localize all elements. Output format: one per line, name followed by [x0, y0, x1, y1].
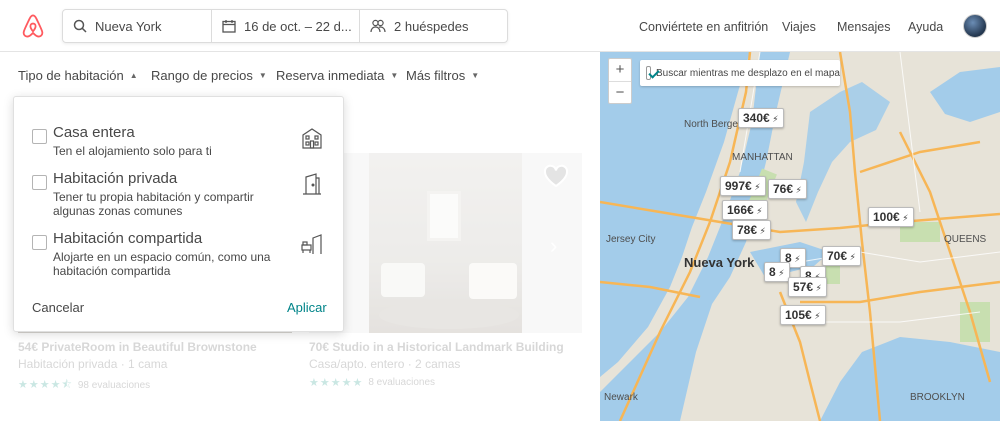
filter-more[interactable]: Más filtros ▼	[406, 68, 479, 83]
chevron-down-icon: ▼	[471, 71, 480, 80]
option-title: Casa entera	[53, 124, 135, 141]
calendar-icon	[222, 20, 236, 33]
checkbox-checked[interactable]	[646, 66, 652, 80]
price-marker[interactable]: 340€ ⚡	[738, 108, 784, 128]
dates-value: 16 de oct. – 22 d...	[244, 18, 352, 34]
option-description: Tener tu propia habitación y compartir a…	[53, 190, 254, 218]
nav-help[interactable]: Ayuda	[908, 20, 943, 34]
top-header: Nueva York 16 de oct. – 22 d... 2 huéspe…	[0, 0, 1000, 52]
nav-become-host[interactable]: Conviértete en anfitrión	[639, 20, 768, 34]
filter-label: Rango de precios	[151, 68, 253, 83]
filter-bar: Tipo de habitación ▲ Rango de precios ▼ …	[0, 52, 600, 96]
zoom-in-button[interactable]: +	[609, 59, 631, 81]
map-place-label: BROOKLYN	[910, 392, 965, 403]
instant-book-icon: ⚡	[847, 252, 856, 262]
map[interactable]: + − Buscar mientras me desplazo en el ma…	[600, 52, 1000, 421]
avatar[interactable]	[963, 14, 987, 38]
price-marker[interactable]: 70€ ⚡	[822, 246, 861, 266]
price-marker[interactable]: 57€ ⚡	[788, 277, 827, 297]
cancel-button[interactable]: Cancelar	[32, 300, 84, 315]
price-marker[interactable]: 76€ ⚡	[768, 179, 807, 199]
instant-book-icon: ⚡	[775, 268, 785, 278]
map-place-label: Nueva York	[684, 255, 755, 270]
shared-room-icon	[301, 234, 322, 254]
instant-book-icon: ⚡	[793, 185, 802, 195]
chevron-down-icon: ▼	[390, 71, 399, 80]
price-marker[interactable]: 78€ ⚡	[732, 220, 771, 240]
map-place-label: Jersey City	[606, 234, 656, 245]
instant-book-icon: ⚡	[811, 311, 821, 321]
map-place-label: North Bergen	[684, 119, 744, 130]
checkbox[interactable]	[32, 235, 47, 250]
price-marker[interactable]: 997€ ⚡	[720, 176, 766, 196]
map-place-label: Newark	[604, 392, 638, 403]
room-type-panel: Casa entera Ten el alojamiento solo para…	[13, 96, 344, 332]
filter-label: Tipo de habitación	[18, 68, 124, 83]
filter-label: Reserva inmediata	[276, 68, 385, 83]
dates-field[interactable]: 16 de oct. – 22 d...	[211, 10, 359, 42]
instant-book-icon: ⚡	[791, 254, 801, 264]
filter-instant-book[interactable]: Reserva inmediata ▼	[276, 68, 398, 83]
instant-book-icon: ⚡	[751, 182, 761, 192]
search-as-move-toggle[interactable]: Buscar mientras me desplazo en el mapa	[640, 60, 840, 86]
map-base	[600, 52, 1000, 421]
guests-field[interactable]: 2 huéspedes	[359, 10, 507, 42]
guests-value: 2 huéspedes	[394, 18, 469, 34]
instant-book-icon: ⚡	[757, 226, 766, 236]
option-description: Ten el alojamiento solo para ti	[53, 144, 212, 158]
map-place-label: QUEENS	[944, 234, 987, 245]
option-title: Habitación privada	[53, 170, 178, 187]
filter-price-range[interactable]: Rango de precios ▼	[151, 68, 267, 83]
instant-book-icon: ⚡	[899, 213, 909, 223]
option-title: Habitación compartida	[53, 230, 203, 247]
filter-room-type[interactable]: Tipo de habitación ▲	[18, 68, 138, 83]
price-marker[interactable]: 8 ⚡	[764, 262, 790, 282]
zoom-control: + −	[608, 58, 632, 104]
search-as-move-label: Buscar mientras me desplazo en el mapa	[656, 67, 840, 79]
instant-book-icon: ⚡	[753, 206, 763, 216]
location-field[interactable]: Nueva York	[63, 10, 211, 42]
chevron-up-icon: ▲	[129, 71, 138, 80]
location-value: Nueva York	[95, 18, 162, 34]
guests-icon	[370, 19, 386, 33]
map-place-label: MANHATTAN	[732, 152, 793, 163]
chevron-down-icon: ▼	[258, 71, 267, 80]
search-icon	[73, 19, 87, 33]
checkbox[interactable]	[32, 175, 47, 190]
zoom-out-button[interactable]: −	[609, 81, 631, 103]
price-marker[interactable]: 105€ ⚡	[780, 305, 826, 325]
option-description: Alojarte en un espacio común, como una h…	[53, 250, 271, 278]
nav-trips[interactable]: Viajes	[782, 20, 816, 34]
price-marker[interactable]: 100€ ⚡	[868, 207, 914, 227]
apply-button[interactable]: Aplicar	[287, 300, 327, 315]
house-icon	[302, 128, 322, 149]
search-bar[interactable]: Nueva York 16 de oct. – 22 d... 2 huéspe…	[62, 9, 508, 43]
airbnb-logo-icon[interactable]	[20, 13, 46, 39]
instant-book-icon: ⚡	[769, 114, 779, 124]
price-marker[interactable]: 166€ ⚡	[722, 200, 768, 220]
nav-messages[interactable]: Mensajes	[837, 20, 891, 34]
checkbox[interactable]	[32, 129, 47, 144]
filter-label: Más filtros	[406, 68, 466, 83]
instant-book-icon: ⚡	[813, 283, 822, 293]
door-icon	[303, 173, 321, 195]
